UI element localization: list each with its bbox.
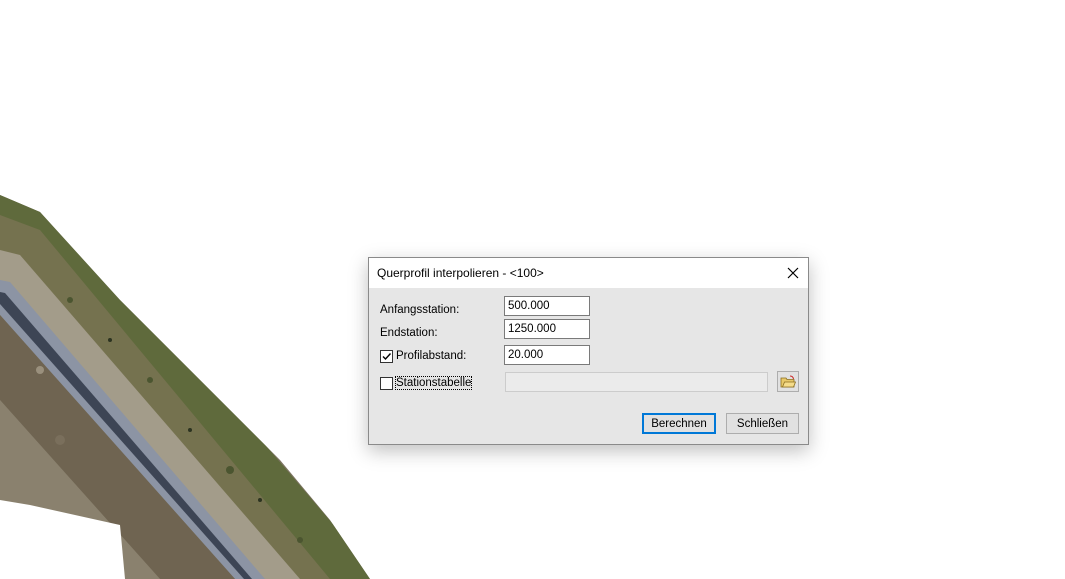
close-icon (787, 267, 799, 279)
stationstabelle-path-input[interactable] (505, 372, 768, 392)
berechnen-button[interactable]: Berechnen (642, 413, 716, 434)
profilabstand-label: Profilabstand: (396, 350, 467, 362)
stationstabelle-label[interactable]: Stationstabelle (394, 376, 473, 390)
map-canvas[interactable]: Querprofil interpolieren - <100> Anfangs… (0, 0, 1065, 579)
anfangsstation-label: Anfangsstation: (380, 304, 460, 316)
dialog-title: Querprofil interpolieren - <100> (377, 266, 544, 280)
dialog-titlebar[interactable]: Querprofil interpolieren - <100> (369, 258, 808, 288)
dialog-body: Anfangsstation: 500.000 Endstation: 1250… (369, 288, 808, 444)
checkmark-icon (382, 353, 392, 361)
browse-button[interactable] (777, 371, 799, 392)
profilabstand-input[interactable]: 20.000 (504, 345, 590, 365)
open-folder-icon (780, 375, 796, 387)
anfangsstation-input[interactable]: 500.000 (504, 296, 590, 316)
endstation-label: Endstation: (380, 327, 438, 339)
schliessen-button[interactable]: Schließen (726, 413, 799, 434)
endstation-input[interactable]: 1250.000 (504, 319, 590, 339)
profilabstand-checkbox[interactable] (380, 350, 393, 363)
close-button[interactable] (778, 258, 808, 288)
interpolate-cross-section-dialog: Querprofil interpolieren - <100> Anfangs… (368, 257, 809, 445)
stationstabelle-checkbox[interactable] (380, 377, 393, 390)
